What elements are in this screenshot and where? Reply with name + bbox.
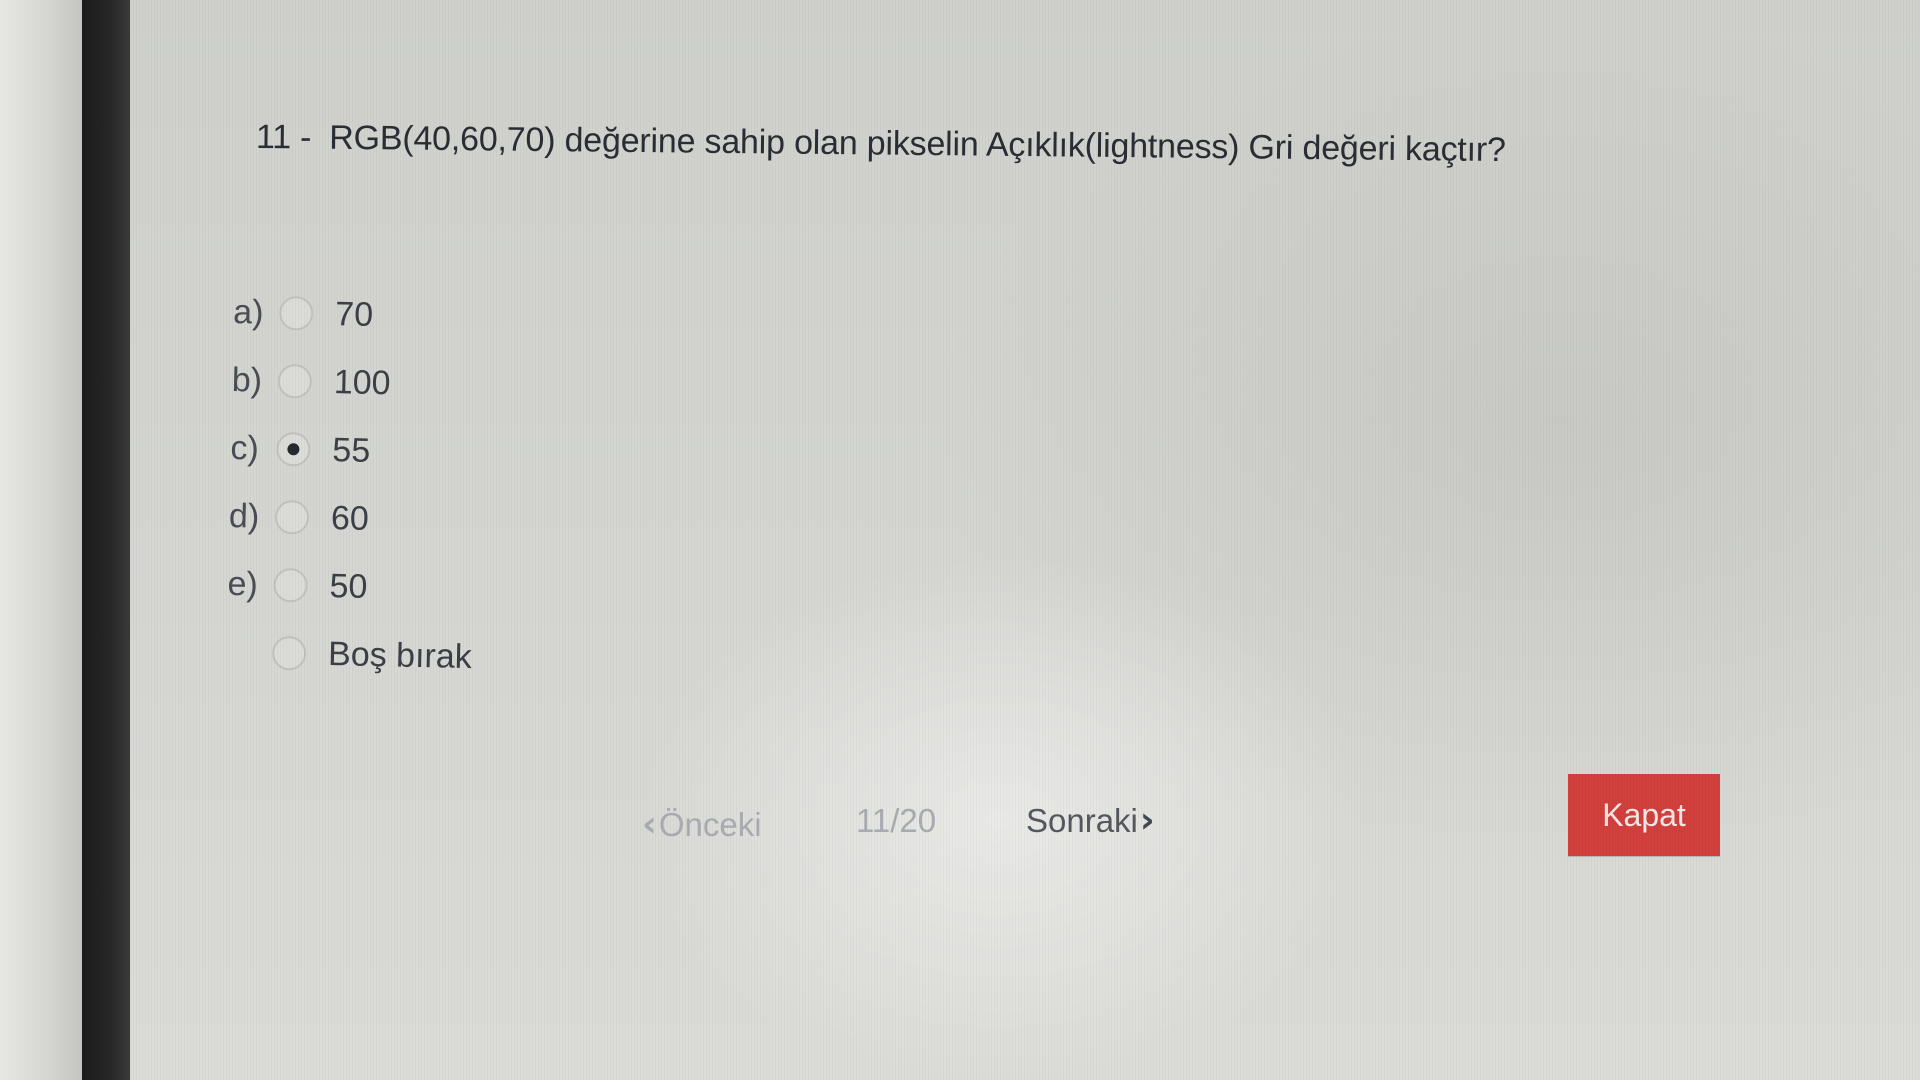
- close-button[interactable]: Kapat: [1568, 774, 1720, 856]
- option-a[interactable]: a) 70: [233, 278, 480, 351]
- option-letter: e): [227, 564, 259, 604]
- chevron-left-icon: ‹: [642, 804, 657, 845]
- previous-label: Önceki: [658, 805, 762, 843]
- question-number: 11 -: [255, 118, 312, 157]
- answer-options: a) 70 b) 100 c) 55 d) 60 e) 50 Boş bırak: [225, 278, 479, 691]
- option-d[interactable]: d) 60: [228, 482, 475, 555]
- previous-button[interactable]: ‹ Önceki: [642, 804, 762, 845]
- radio-button[interactable]: [277, 363, 313, 399]
- option-text: 60: [330, 498, 370, 538]
- page-indicator: 11/20: [856, 802, 937, 839]
- next-button[interactable]: Sonraki ›: [1026, 800, 1155, 841]
- option-text: 50: [329, 566, 368, 606]
- option-text: 55: [332, 430, 371, 470]
- option-text: 100: [333, 362, 391, 402]
- option-b[interactable]: b) 100: [231, 346, 478, 419]
- monitor-bezel: [82, 0, 130, 1080]
- quiz-screen: 11 - RGB(40,60,70) değerine sahip olan pi…: [130, 0, 1920, 1080]
- option-text: 70: [334, 294, 374, 334]
- chevron-right-icon: ›: [1139, 800, 1155, 841]
- radio-button-selected[interactable]: [276, 431, 311, 467]
- radio-button[interactable]: [271, 635, 307, 671]
- option-letter: c): [230, 428, 260, 468]
- option-letter: [226, 652, 272, 653]
- question-header: 11 - RGB(40,60,70) değerine sahip olan pi…: [256, 118, 1506, 170]
- radio-button[interactable]: [273, 567, 308, 603]
- option-e[interactable]: e) 50: [227, 550, 474, 623]
- option-letter: b): [231, 360, 263, 400]
- option-text: Boş bırak: [327, 634, 473, 676]
- option-leave-blank[interactable]: Boş bırak: [225, 618, 472, 691]
- background-wall: [0, 0, 82, 1080]
- radio-button[interactable]: [278, 295, 314, 331]
- next-label: Sonraki: [1026, 801, 1138, 839]
- option-c[interactable]: c) 55: [230, 414, 477, 487]
- option-letter: d): [228, 496, 260, 536]
- question-text: RGB(40,60,70) değerine sahip olan piksel…: [329, 118, 1506, 170]
- option-letter: a): [232, 292, 264, 332]
- radio-button[interactable]: [274, 499, 310, 535]
